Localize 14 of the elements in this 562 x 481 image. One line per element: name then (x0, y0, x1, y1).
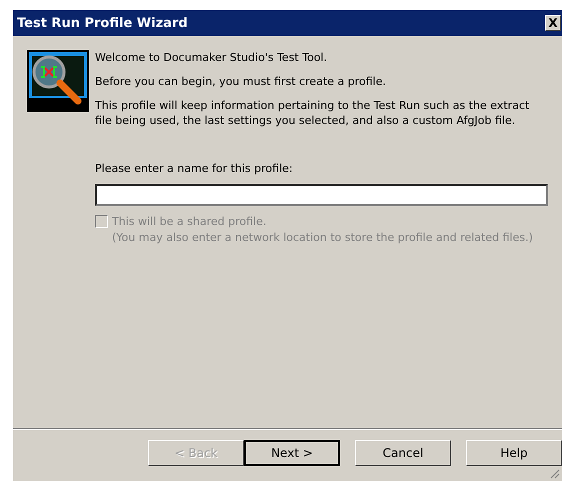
wizard-button[interactable]: Next > (244, 440, 340, 466)
intro-text: Welcome to Documaker Studio's Test Tool. (95, 50, 328, 65)
close-button[interactable]: X (545, 15, 561, 31)
resize-grip-icon (550, 469, 560, 479)
checkbox-label: This will be a shared profile. (112, 214, 268, 230)
intro-text: Before you can begin, you must first create a profile. (95, 74, 388, 89)
note-text: (You may also enter a network location to store the profile and related files.) (112, 230, 533, 246)
wizard-button[interactable]: Help (466, 440, 562, 466)
intro-text: This profile will keep information pertaining to the Test Run such as the extract file being used, the last settings you selected, and also a custom AfgJob file. (95, 98, 530, 128)
name-input-field[interactable] (95, 184, 548, 206)
field-label: Please enter a name for this profile: (95, 161, 294, 176)
window-title: Test Run Profile Wizard (17, 16, 188, 30)
magnifier-icon (27, 50, 89, 112)
wizard-button[interactable]: Cancel (355, 440, 451, 466)
